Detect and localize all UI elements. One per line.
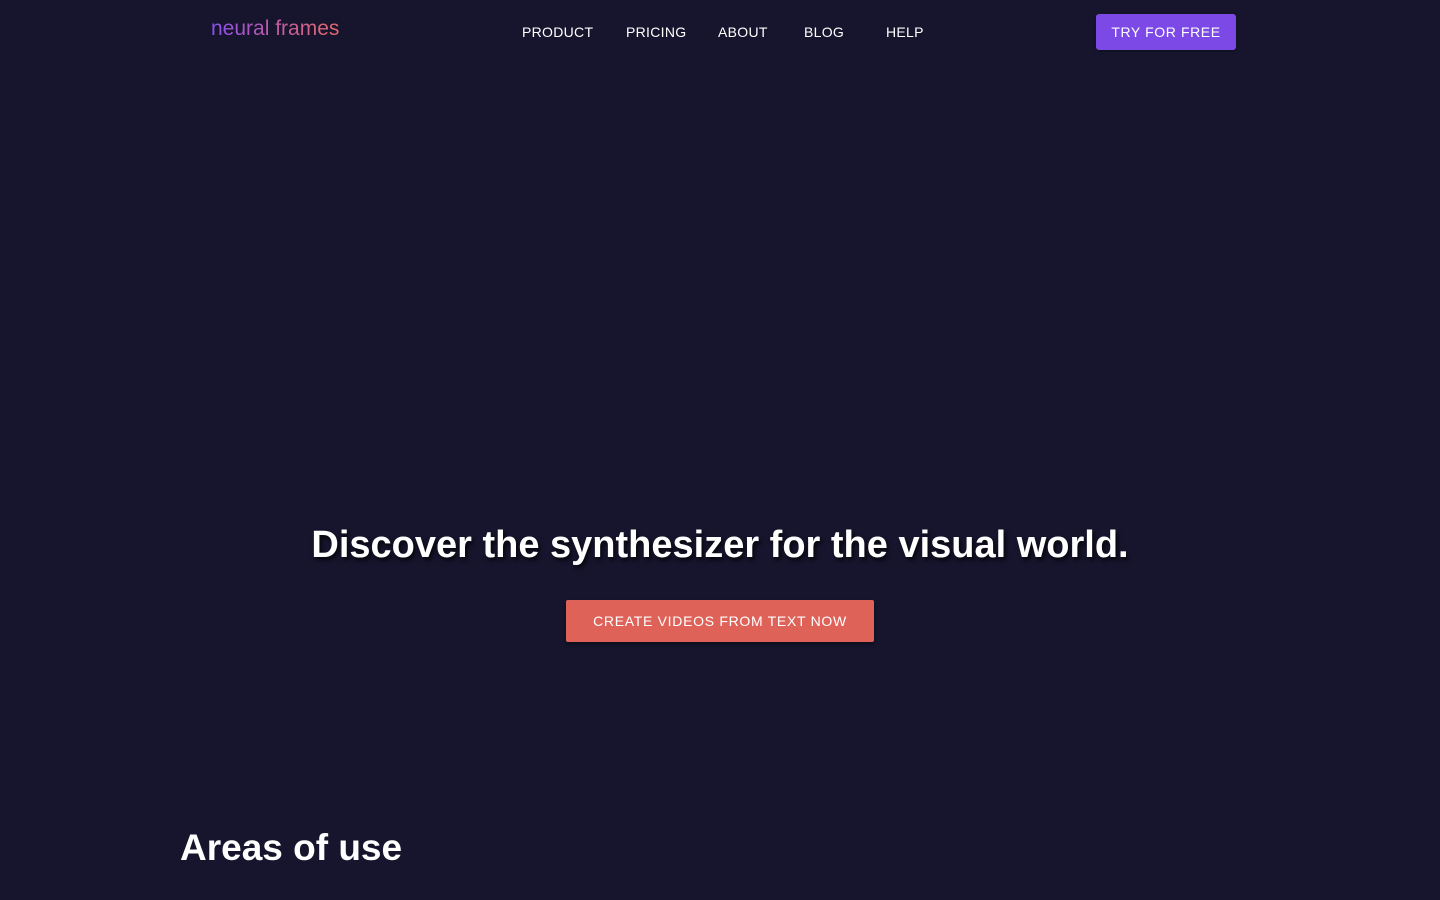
page: neural frames PRODUCT PRICING ABOUT BLOG… (0, 0, 1440, 900)
try-for-free-button[interactable]: TRY FOR FREE (1096, 14, 1236, 50)
hero-title: Discover the synthesizer for the visual … (311, 524, 1129, 566)
nav-link-pricing[interactable]: PRICING (626, 24, 686, 40)
brand-logo[interactable]: neural frames (211, 16, 339, 42)
nav-link-help[interactable]: HELP (886, 24, 924, 40)
top-navbar: neural frames PRODUCT PRICING ABOUT BLOG… (0, 0, 1440, 64)
nav-link-blog[interactable]: BLOG (804, 24, 844, 40)
nav-link-product[interactable]: PRODUCT (522, 24, 593, 40)
nav-link-about[interactable]: ABOUT (718, 24, 768, 40)
areas-of-use-heading: Areas of use (180, 827, 403, 868)
create-videos-button[interactable]: CREATE VIDEOS FROM TEXT NOW (566, 600, 874, 642)
